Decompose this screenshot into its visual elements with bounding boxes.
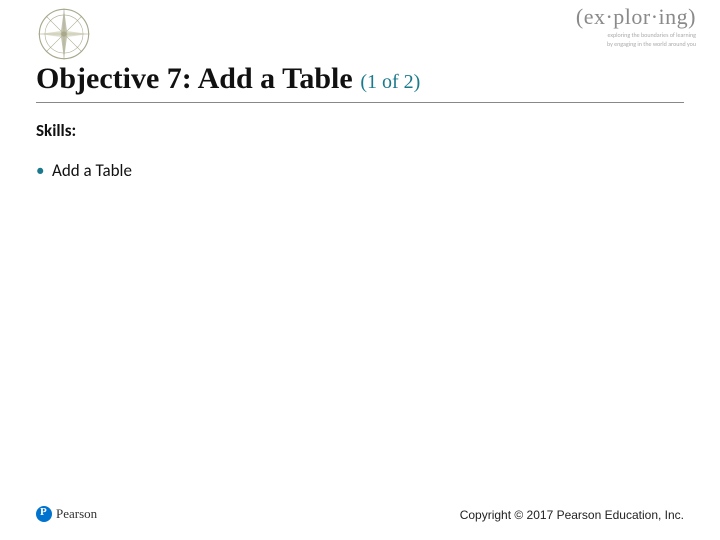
brand-tagline-1: exploring the boundaries of learning (576, 32, 696, 39)
skills-list: Add a Table (36, 160, 132, 181)
brand-text: (ex·plor·ing) (576, 4, 696, 30)
publisher-logo: Pearson (36, 506, 97, 522)
footer: Pearson Copyright © 2017 Pearson Educati… (36, 506, 684, 522)
copyright-text: Copyright © 2017 Pearson Education, Inc. (460, 508, 684, 522)
slide-title-block: Objective 7: Add a Table (1 of 2) (36, 62, 684, 96)
series-brand: (ex·plor·ing) exploring the boundaries o… (576, 4, 696, 48)
list-item: Add a Table (36, 160, 132, 181)
compass-icon (36, 6, 92, 62)
slide-title-counter: (1 of 2) (360, 71, 420, 93)
title-divider (36, 102, 684, 103)
publisher-mark-icon (36, 506, 52, 522)
skills-heading: Skills: (36, 120, 76, 141)
slide: (ex·plor·ing) exploring the boundaries o… (0, 0, 720, 540)
brand-tagline-2: by engaging in the world around you (576, 41, 696, 48)
slide-title: Objective 7: Add a Table (36, 62, 353, 95)
publisher-name: Pearson (56, 506, 97, 522)
